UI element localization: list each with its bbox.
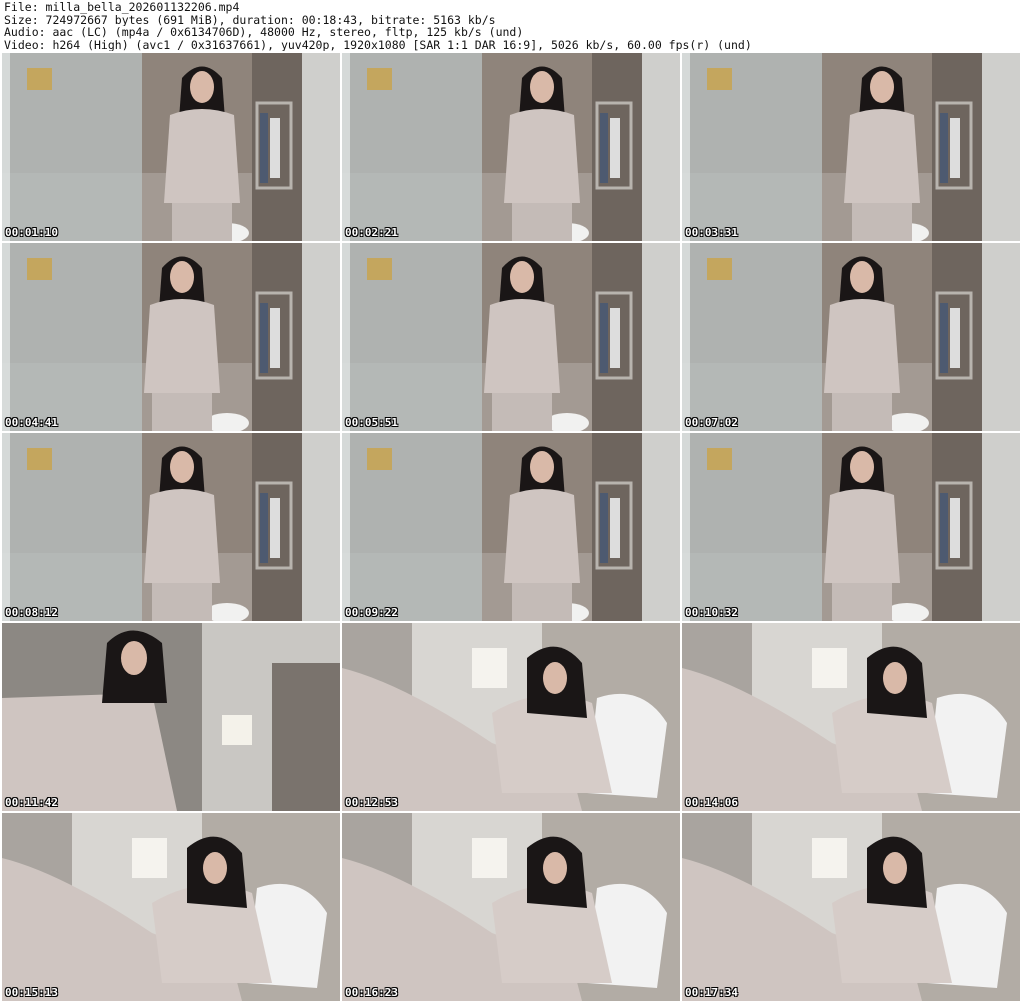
video-thumbnail: 00:04:41 <box>2 243 340 431</box>
audio-info-line: Audio: aac (LC) (mp4a / 0x6134706D), 480… <box>4 26 524 39</box>
thumbnail-timestamp: 00:16:23 <box>345 986 398 999</box>
file-size-line: Size: 724972667 bytes (691 MiB), duratio… <box>4 13 496 26</box>
thumbnail-timestamp: 00:12:53 <box>345 796 398 809</box>
thumbnail-timestamp: 00:17:34 <box>685 986 738 999</box>
file-name-line: File: milla_bella_202601132206.mp4 <box>4 1 240 14</box>
thumbnail-timestamp: 00:03:31 <box>685 226 738 239</box>
video-thumbnail: 00:14:06 <box>682 623 1020 811</box>
thumbnail-timestamp: 00:01:10 <box>5 226 58 239</box>
video-thumbnail: 00:15:13 <box>2 813 340 1001</box>
video-info-line: Video: h264 (High) (avc1 / 0x31637661), … <box>4 38 752 51</box>
thumbnail-timestamp: 00:05:51 <box>345 416 398 429</box>
video-thumbnail: 00:11:42 <box>2 623 340 811</box>
thumbnail-timestamp: 00:07:02 <box>685 416 738 429</box>
file-info-header: File: milla_bella_202601132206.mp4 Size:… <box>4 1 1020 51</box>
thumbnail-grid: 00:01:10 00:02:21 00:03:31 00:04:41 00:05:51… <box>2 53 1022 1003</box>
thumbnail-timestamp: 00:15:13 <box>5 986 58 999</box>
thumbnail-timestamp: 00:08:12 <box>5 606 58 619</box>
video-thumbnail: 00:02:21 <box>342 53 680 241</box>
video-thumbnail: 00:12:53 <box>342 623 680 811</box>
thumbnail-timestamp: 00:02:21 <box>345 226 398 239</box>
video-thumbnail: 00:01:10 <box>2 53 340 241</box>
thumbnail-timestamp: 00:11:42 <box>5 796 58 809</box>
video-thumbnail: 00:09:22 <box>342 433 680 621</box>
video-thumbnail: 00:05:51 <box>342 243 680 431</box>
video-thumbnail: 00:10:32 <box>682 433 1020 621</box>
thumbnail-timestamp: 00:10:32 <box>685 606 738 619</box>
video-thumbnail: 00:03:31 <box>682 53 1020 241</box>
video-thumbnail: 00:16:23 <box>342 813 680 1001</box>
video-thumbnail: 00:07:02 <box>682 243 1020 431</box>
thumbnail-timestamp: 00:04:41 <box>5 416 58 429</box>
video-thumbnail: 00:17:34 <box>682 813 1020 1001</box>
thumbnail-timestamp: 00:09:22 <box>345 606 398 619</box>
thumbnail-timestamp: 00:14:06 <box>685 796 738 809</box>
video-thumbnail: 00:08:12 <box>2 433 340 621</box>
